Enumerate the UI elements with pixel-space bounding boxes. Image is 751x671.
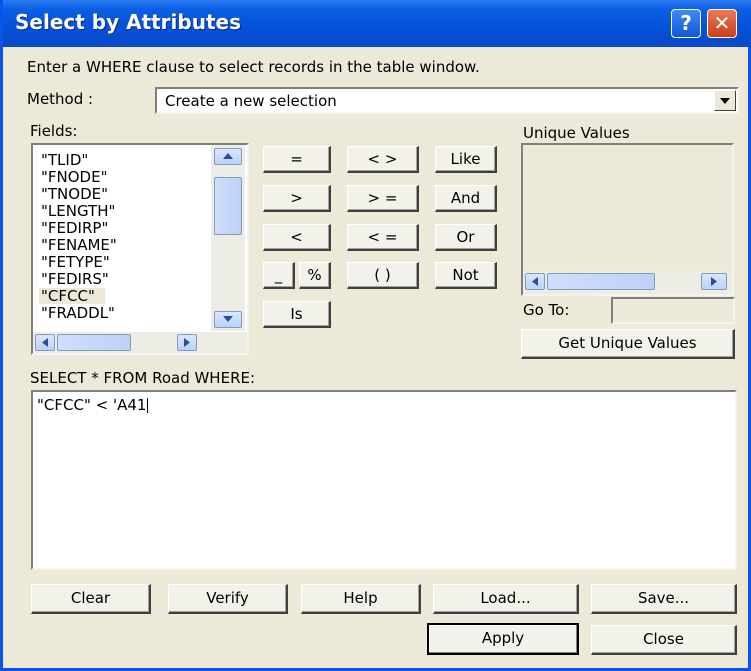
scroll-left-icon[interactable]: [35, 334, 55, 351]
apply-button[interactable]: Apply: [427, 623, 579, 655]
field-item[interactable]: "FRADDL": [41, 305, 115, 321]
field-item[interactable]: "FEDIRS": [41, 271, 109, 287]
close-icon[interactable]: ✕: [707, 9, 737, 38]
and-button[interactable]: And: [435, 185, 497, 212]
field-item[interactable]: "TNODE": [41, 186, 108, 202]
goto-input[interactable]: [611, 297, 735, 324]
like-button[interactable]: Like: [435, 146, 497, 173]
window-title: Select by Attributes: [15, 10, 241, 34]
is-button[interactable]: Is: [263, 301, 331, 328]
save-button[interactable]: Save...: [591, 584, 737, 614]
method-dropdown[interactable]: Create a new selection: [155, 87, 739, 114]
scroll-thumb[interactable]: [57, 334, 131, 351]
field-item[interactable]: "TLID": [41, 152, 88, 168]
or-button[interactable]: Or: [435, 224, 497, 251]
get-unique-values-button[interactable]: Get Unique Values: [521, 329, 735, 359]
parentheses-button[interactable]: ( ): [347, 262, 419, 289]
fields-label: Fields:: [30, 122, 78, 140]
fields-horizontal-scrollbar[interactable]: [33, 332, 247, 353]
scroll-thumb[interactable]: [214, 177, 242, 235]
field-item[interactable]: "LENGTH": [41, 203, 115, 219]
select-by-attributes-dialog: Select by Attributes ? ✕ Enter a WHERE c…: [0, 0, 751, 671]
equals-button[interactable]: =: [263, 146, 331, 173]
not-button[interactable]: Not: [435, 262, 497, 289]
not-equal-button[interactable]: < >: [347, 146, 419, 173]
method-label: Method :: [27, 90, 94, 108]
scroll-left-icon[interactable]: [525, 273, 545, 290]
underscore-button[interactable]: _: [263, 262, 295, 289]
text-cursor: [147, 398, 149, 413]
help-button[interactable]: Help: [301, 584, 421, 614]
query-textarea[interactable]: "CFCC" < 'A41: [31, 390, 737, 570]
method-value: Create a new selection: [165, 92, 337, 110]
clear-button[interactable]: Clear: [31, 584, 151, 614]
scroll-right-icon[interactable]: [701, 273, 727, 290]
less-than-button[interactable]: <: [263, 224, 331, 251]
field-item[interactable]: "FNODE": [41, 169, 107, 185]
unique-values-label: Unique Values: [523, 124, 630, 142]
scroll-right-icon[interactable]: [177, 334, 197, 351]
fields-vertical-scrollbar[interactable]: [211, 145, 245, 331]
unique-values-list[interactable]: [521, 143, 734, 296]
fields-list[interactable]: "TLID" "FNODE" "TNODE" "LENGTH" "FEDIRP"…: [31, 143, 249, 355]
unique-values-horizontal-scrollbar[interactable]: [523, 271, 732, 294]
goto-label: Go To:: [523, 301, 570, 319]
scroll-thumb[interactable]: [547, 273, 655, 290]
instruction-text: Enter a WHERE clause to select records i…: [27, 58, 480, 76]
verify-button[interactable]: Verify: [168, 584, 288, 614]
help-title-button[interactable]: ?: [671, 9, 701, 38]
field-item[interactable]: "FEDIRP": [41, 220, 108, 236]
query-expression: "CFCC" < 'A41: [37, 396, 149, 414]
load-button[interactable]: Load...: [433, 584, 579, 614]
close-button[interactable]: Close: [591, 625, 737, 655]
greater-equal-button[interactable]: > =: [347, 185, 419, 212]
greater-than-button[interactable]: >: [263, 185, 331, 212]
query-label: SELECT * FROM Road WHERE:: [30, 369, 256, 387]
chevron-down-icon[interactable]: [714, 90, 736, 111]
scroll-up-icon[interactable]: [214, 148, 242, 165]
scroll-down-icon[interactable]: [214, 311, 242, 328]
percent-button[interactable]: %: [299, 262, 331, 289]
field-item-selected[interactable]: "CFCC": [41, 288, 95, 304]
title-bar[interactable]: Select by Attributes ? ✕: [3, 0, 751, 47]
field-item[interactable]: "FENAME": [41, 237, 117, 253]
field-item[interactable]: "FETYPE": [41, 254, 110, 270]
less-equal-button[interactable]: < =: [347, 224, 419, 251]
